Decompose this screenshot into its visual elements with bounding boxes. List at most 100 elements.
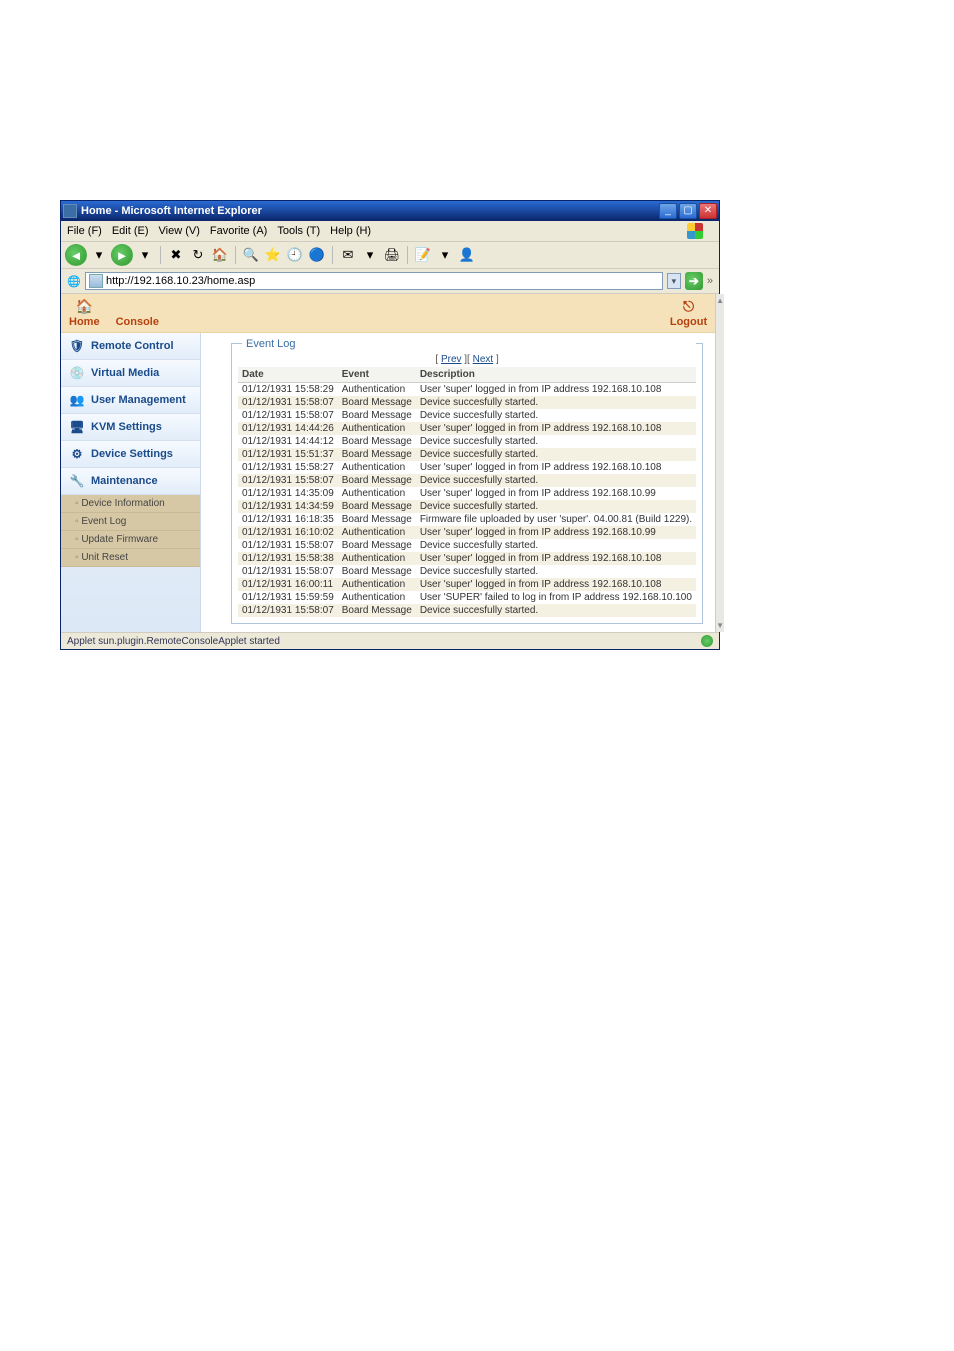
sidebar-item-user-management[interactable]: 👥User Management <box>61 387 200 414</box>
cell-date: 01/12/1931 15:58:27 <box>238 461 338 474</box>
remote-control-icon: 🛡 <box>69 338 85 354</box>
cell-date: 01/12/1931 15:58:07 <box>238 474 338 487</box>
subnav-item-event-log[interactable]: Event Log <box>61 513 200 531</box>
sidebar-item-label: KVM Settings <box>91 421 162 433</box>
menu-tools[interactable]: Tools (T) <box>277 225 320 237</box>
cell-event: Authentication <box>338 552 416 565</box>
home-icon: 🏠 <box>74 298 94 314</box>
cell-event: Authentication <box>338 461 416 474</box>
menu-view[interactable]: View (V) <box>159 225 200 237</box>
toolbar: ◄ ▾ ► ▾ ✖ ↻ 🏠 🔍 ⭐ 🕘 🔵 ✉ ▾ 🖨 📝 ▾ 👤 <box>61 242 719 269</box>
pager-next[interactable]: Next <box>473 354 494 365</box>
discuss-button[interactable]: ▾ <box>435 245 455 265</box>
address-dropdown[interactable]: ▾ <box>667 273 681 289</box>
subnav-item-device-information[interactable]: Device Information <box>61 495 200 513</box>
event-log-legend: Event Log <box>242 338 696 350</box>
table-row: 01/12/1931 15:58:07Board MessageDevice s… <box>238 565 696 578</box>
cell-date: 01/12/1931 14:44:26 <box>238 422 338 435</box>
col-date: Date <box>238 367 338 383</box>
table-row: 01/12/1931 15:58:29AuthenticationUser 's… <box>238 383 696 397</box>
messenger-icon[interactable]: 👤 <box>457 245 477 265</box>
sidebar-item-remote-control[interactable]: 🛡 Remote Control <box>61 333 200 360</box>
scroll-up-icon[interactable]: ▲ <box>716 296 724 305</box>
cell-date: 01/12/1931 16:18:35 <box>238 513 338 526</box>
cell-date: 01/12/1931 15:58:29 <box>238 383 338 397</box>
refresh-button[interactable]: ↻ <box>188 245 208 265</box>
cell-event: Authentication <box>338 578 416 591</box>
history-button[interactable]: 🕘 <box>285 245 305 265</box>
search-button[interactable]: 🔍 <box>241 245 261 265</box>
cell-desc: User 'super' logged in from IP address 1… <box>416 578 696 591</box>
sidebar-item-virtual-media[interactable]: 💿Virtual Media <box>61 360 200 387</box>
favorites-button[interactable]: ⭐ <box>263 245 283 265</box>
main-content: Event Log [ Prev ][ Next ] Date Event De… <box>201 333 715 632</box>
minimize-button[interactable]: _ <box>659 203 677 219</box>
table-row: 01/12/1931 15:58:38AuthenticationUser 's… <box>238 552 696 565</box>
cell-event: Board Message <box>338 435 416 448</box>
forward-dropdown[interactable]: ▾ <box>135 245 155 265</box>
links-label[interactable]: » <box>707 275 713 287</box>
cell-event: Board Message <box>338 500 416 513</box>
cell-event: Board Message <box>338 396 416 409</box>
cell-desc: User 'super' logged in from IP address 1… <box>416 422 696 435</box>
cell-date: 01/12/1931 14:35:09 <box>238 487 338 500</box>
address-bar: 🌐 http://192.168.10.23/home.asp ▾ ➔ » <box>61 269 719 294</box>
subnav-item-update-firmware[interactable]: Update Firmware <box>61 531 200 549</box>
sidebar-item-device-settings[interactable]: ⚙Device Settings <box>61 441 200 468</box>
table-row: 01/12/1931 14:34:59Board MessageDevice s… <box>238 500 696 513</box>
cell-date: 01/12/1931 15:58:38 <box>238 552 338 565</box>
menubar: File (F) Edit (E) View (V) Favorite (A) … <box>61 221 719 242</box>
scroll-down-icon[interactable]: ▼ <box>716 621 724 630</box>
table-row: 01/12/1931 15:58:07Board MessageDevice s… <box>238 396 696 409</box>
cell-event: Board Message <box>338 409 416 422</box>
pager: [ Prev ][ Next ] <box>238 354 696 365</box>
menu-edit[interactable]: Edit (E) <box>112 225 149 237</box>
mail-dropdown[interactable]: ▾ <box>360 245 380 265</box>
cell-desc: Device succesfully started. <box>416 448 696 461</box>
header-logout-label: Logout <box>670 316 707 328</box>
address-input[interactable]: http://192.168.10.23/home.asp <box>85 272 663 290</box>
col-description: Description <box>416 367 696 383</box>
page-header: 🏠 Home Console ⎋ Logout <box>61 294 715 333</box>
sidebar-item-label: User Management <box>91 394 186 406</box>
stop-button[interactable]: ✖ <box>166 245 186 265</box>
cell-event: Board Message <box>338 448 416 461</box>
print-button[interactable]: 🖨 <box>382 245 402 265</box>
home-button[interactable]: 🏠 <box>210 245 230 265</box>
header-home-link[interactable]: 🏠 Home <box>69 298 100 328</box>
cell-event: Authentication <box>338 383 416 397</box>
menu-favorites[interactable]: Favorite (A) <box>210 225 267 237</box>
sidebar-item-label: Remote Control <box>91 340 174 352</box>
subnav-item-unit-reset[interactable]: Unit Reset <box>61 549 200 567</box>
header-logout-link[interactable]: ⎋ Logout <box>670 298 707 328</box>
cell-event: Board Message <box>338 539 416 552</box>
go-button[interactable]: ➔ <box>685 272 703 290</box>
cell-desc: Device succesfully started. <box>416 409 696 422</box>
device-settings-icon: ⚙ <box>69 446 85 462</box>
header-console-link[interactable]: Console <box>116 316 159 328</box>
back-button[interactable]: ◄ <box>65 244 87 266</box>
cell-event: Board Message <box>338 474 416 487</box>
vertical-scrollbar[interactable]: ▲ ▼ <box>715 294 724 632</box>
close-button[interactable]: ✕ <box>699 203 717 219</box>
menu-file[interactable]: File (F) <box>67 225 102 237</box>
pager-prev[interactable]: Prev <box>441 354 462 365</box>
ie-icon <box>63 204 77 218</box>
cell-event: Authentication <box>338 591 416 604</box>
sidebar-item-maintenance[interactable]: 🔧Maintenance <box>61 468 200 495</box>
maximize-button[interactable]: ▢ <box>679 203 697 219</box>
windows-logo-icon <box>687 223 703 239</box>
media-button[interactable]: 🔵 <box>307 245 327 265</box>
sidebar-item-kvm-settings[interactable]: 🖥KVM Settings <box>61 414 200 441</box>
cell-date: 01/12/1931 14:44:12 <box>238 435 338 448</box>
edit-button[interactable]: 📝 <box>413 245 433 265</box>
menu-help[interactable]: Help (H) <box>330 225 371 237</box>
back-dropdown[interactable]: ▾ <box>89 245 109 265</box>
cell-date: 01/12/1931 15:59:59 <box>238 591 338 604</box>
forward-button[interactable]: ► <box>111 244 133 266</box>
cell-date: 01/12/1931 15:51:37 <box>238 448 338 461</box>
mail-button[interactable]: ✉ <box>338 245 358 265</box>
cell-date: 01/12/1931 16:00:11 <box>238 578 338 591</box>
cell-desc: User 'SUPER' failed to log in from IP ad… <box>416 591 696 604</box>
cell-date: 01/12/1931 14:34:59 <box>238 500 338 513</box>
